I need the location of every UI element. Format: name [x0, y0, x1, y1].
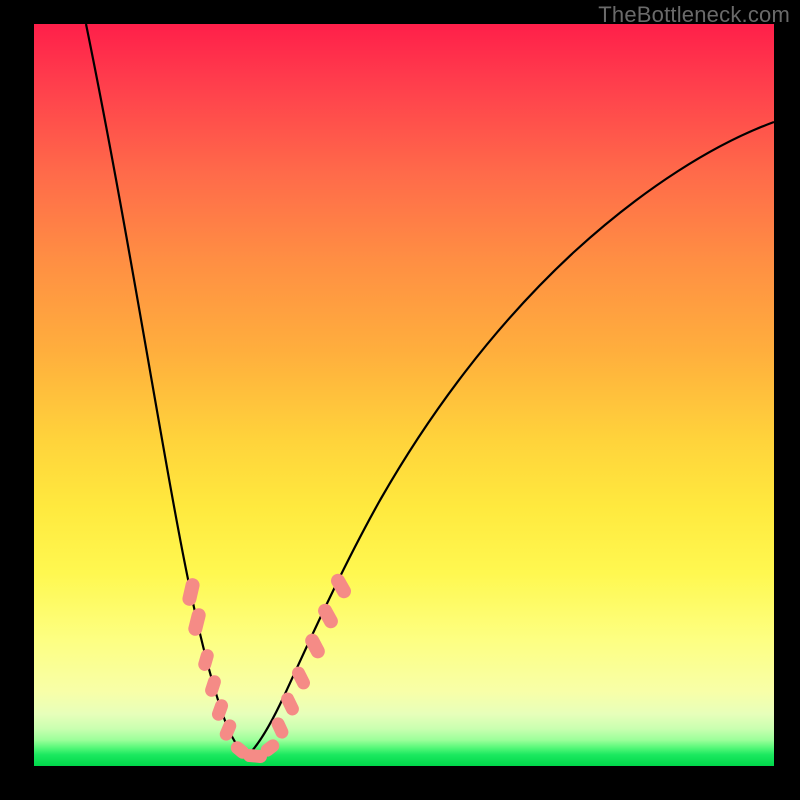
bottleneck-curve: [34, 24, 774, 766]
curve-right-branch: [247, 122, 774, 756]
bead-cluster-right-lower: [269, 664, 312, 740]
bead-cluster-bottom: [228, 737, 282, 764]
curve-left-branch: [86, 24, 247, 756]
bead-cluster-right-upper: [303, 571, 354, 661]
